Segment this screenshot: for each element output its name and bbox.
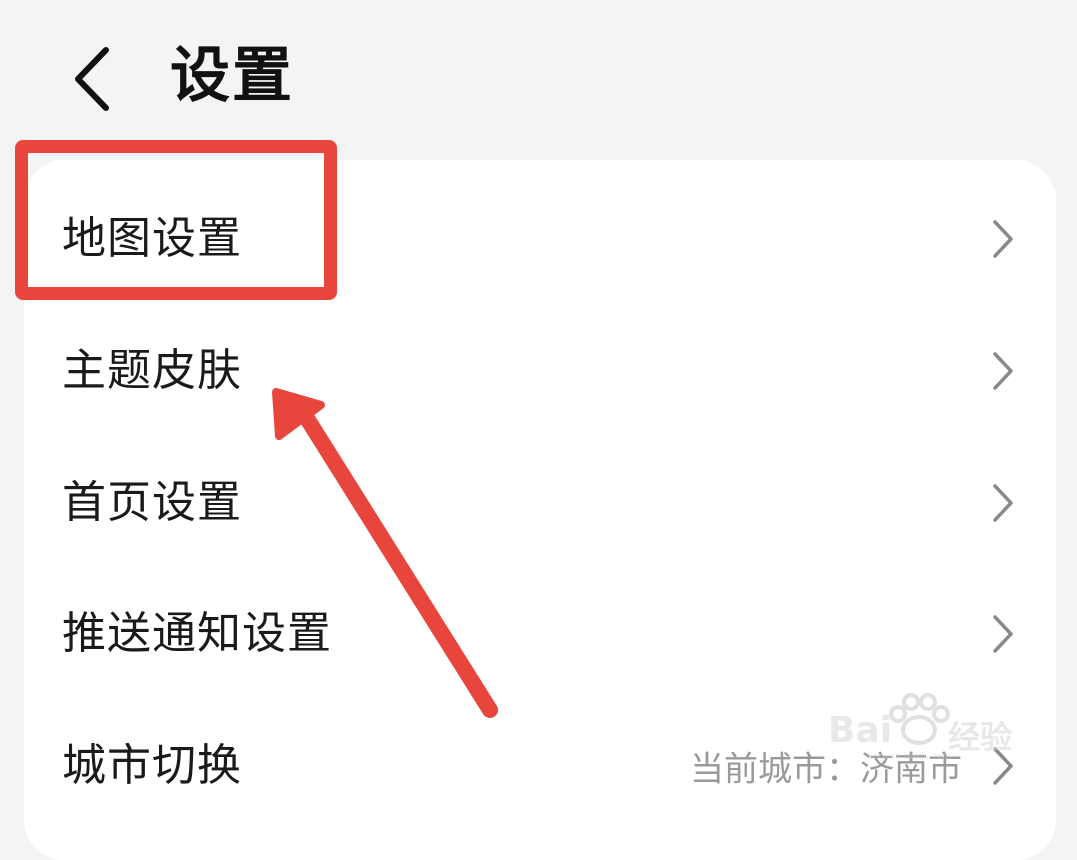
row-label: 主题皮肤 — [62, 345, 242, 396]
chevron-right-icon — [993, 615, 1013, 653]
row-push-notification-settings[interactable]: 推送通知设置 — [24, 568, 1056, 700]
chevron-right-icon — [993, 352, 1013, 390]
row-theme-skin[interactable]: 主题皮肤 — [24, 305, 1056, 437]
back-button[interactable] — [62, 44, 122, 114]
row-home-settings[interactable]: 首页设置 — [24, 437, 1056, 569]
watermark-brand-cn: 经验 — [948, 718, 1013, 756]
header-bar: 设置 — [0, 0, 1077, 150]
row-label: 首页设置 — [62, 477, 242, 528]
back-arrow-icon — [75, 47, 109, 111]
page-title: 设置 — [170, 41, 294, 111]
paw-icon — [889, 693, 950, 745]
chevron-right-icon — [993, 220, 1013, 258]
chevron-right-icon — [993, 484, 1013, 522]
watermark: Bai 经验 jingyan.baidu.com — [828, 690, 1028, 762]
row-label: 推送通知设置 — [62, 608, 332, 659]
row-label: 城市切换 — [62, 740, 242, 791]
highlight-box — [15, 140, 337, 300]
watermark-url: jingyan.baidu.com — [868, 752, 952, 762]
watermark-brand: Bai — [828, 710, 893, 751]
